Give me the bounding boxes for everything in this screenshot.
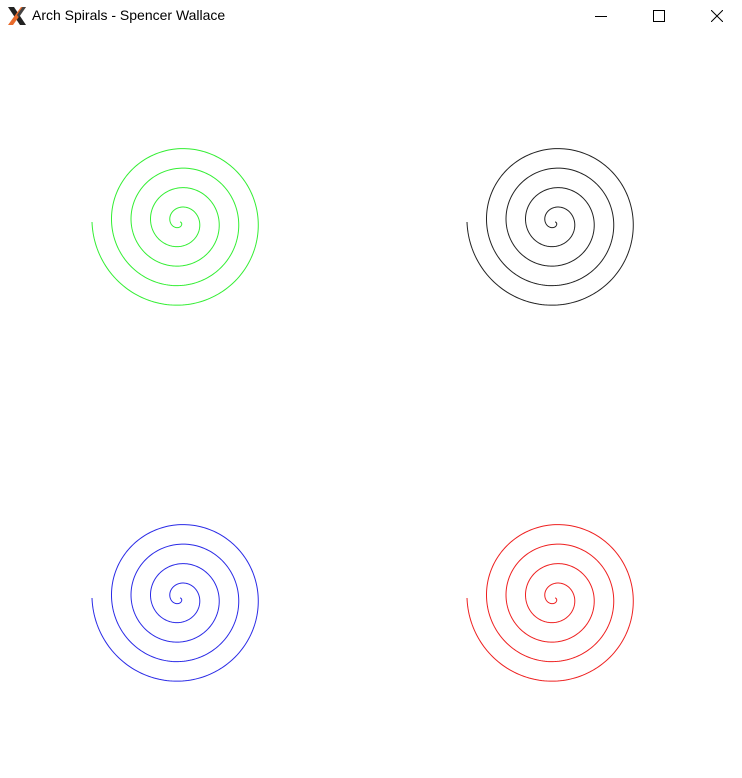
spiral-bottom-right: [466, 524, 634, 682]
window-title: Arch Spirals - Spencer Wallace: [32, 7, 226, 23]
spiral-bottom-left: [91, 524, 259, 682]
title-bar[interactable]: Arch Spirals - Spencer Wallace: [0, 0, 742, 32]
app-window: Arch Spirals - Spencer Wallace: [0, 0, 742, 778]
close-icon: [711, 10, 723, 22]
close-button[interactable]: [694, 0, 740, 32]
drawing-canvas: [0, 32, 742, 778]
minimize-icon: [595, 16, 607, 17]
maximize-button[interactable]: [636, 0, 682, 32]
maximize-icon: [653, 10, 665, 22]
spiral-top-right: [466, 148, 634, 306]
x-logo-icon: [8, 7, 26, 25]
spiral-top-left: [91, 148, 259, 306]
minimize-button[interactable]: [578, 0, 624, 32]
